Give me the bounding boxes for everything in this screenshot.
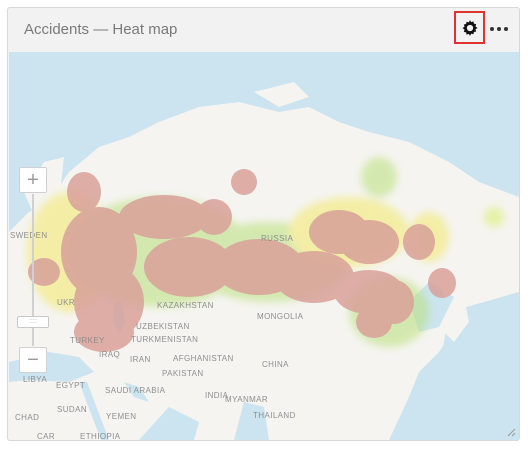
label-libya: LIBYA [23,375,48,384]
widget-header: Accidents — Heat map [8,8,519,52]
arctic-island [254,82,309,107]
label-egypt: EGYPT [56,381,86,390]
label-sudan: SUDAN [57,405,88,414]
label-turkey: TURKEY [70,336,105,345]
label-ethiopia: ETHIOPIA [80,432,121,440]
label-afghanistan: AFGHANISTAN [173,354,234,363]
resize-handle-icon[interactable] [507,428,516,437]
more-dots-icon [490,27,508,31]
settings-button[interactable] [454,11,485,44]
zoom-out-icon: − [27,349,39,371]
label-china: CHINA [262,360,289,369]
label-iran: IRAN [130,355,151,364]
label-myanmar: MYANMAR [225,395,269,404]
widget-title: Accidents — Heat map [24,21,178,38]
label-turkmenistan: TURKMENISTAN [131,335,199,344]
label-mongolia: MONGOLIA [257,312,304,321]
label-saudi-arabia: SAUDI ARABIA [105,386,166,395]
more-options-button[interactable] [488,20,510,38]
gear-icon [462,19,477,36]
zoom-slider-handle[interactable]: :::: [17,316,49,328]
label-sweden: SWEDEN [10,231,48,240]
zoom-in-icon: + [27,169,39,191]
label-uzbekistan: UZBEKISTAN [136,322,190,331]
label-russia: RUSSIA [261,234,294,243]
label-kazakhstan: KAZAKHSTAN [157,301,214,310]
heat-map[interactable]: SWEDEN RUSSIA UKR KAZAKHSTAN UZBEKISTAN … [9,52,519,440]
heatmap-widget: Accidents — Heat map SWEDEN RUSSIA UKR K… [7,7,520,441]
label-yemen: YEMEN [106,412,137,421]
label-iraq: IRAQ [99,350,121,359]
label-chad: CHAD [15,413,40,422]
label-car: CAR [37,432,56,440]
label-ukraine: UKR [57,298,76,307]
label-pakistan: PAKISTAN [162,369,204,378]
zoom-out-button[interactable]: − [19,347,47,373]
label-thailand: THAILAND [253,411,296,420]
zoom-in-button[interactable]: + [19,167,47,193]
map-base [9,82,519,440]
